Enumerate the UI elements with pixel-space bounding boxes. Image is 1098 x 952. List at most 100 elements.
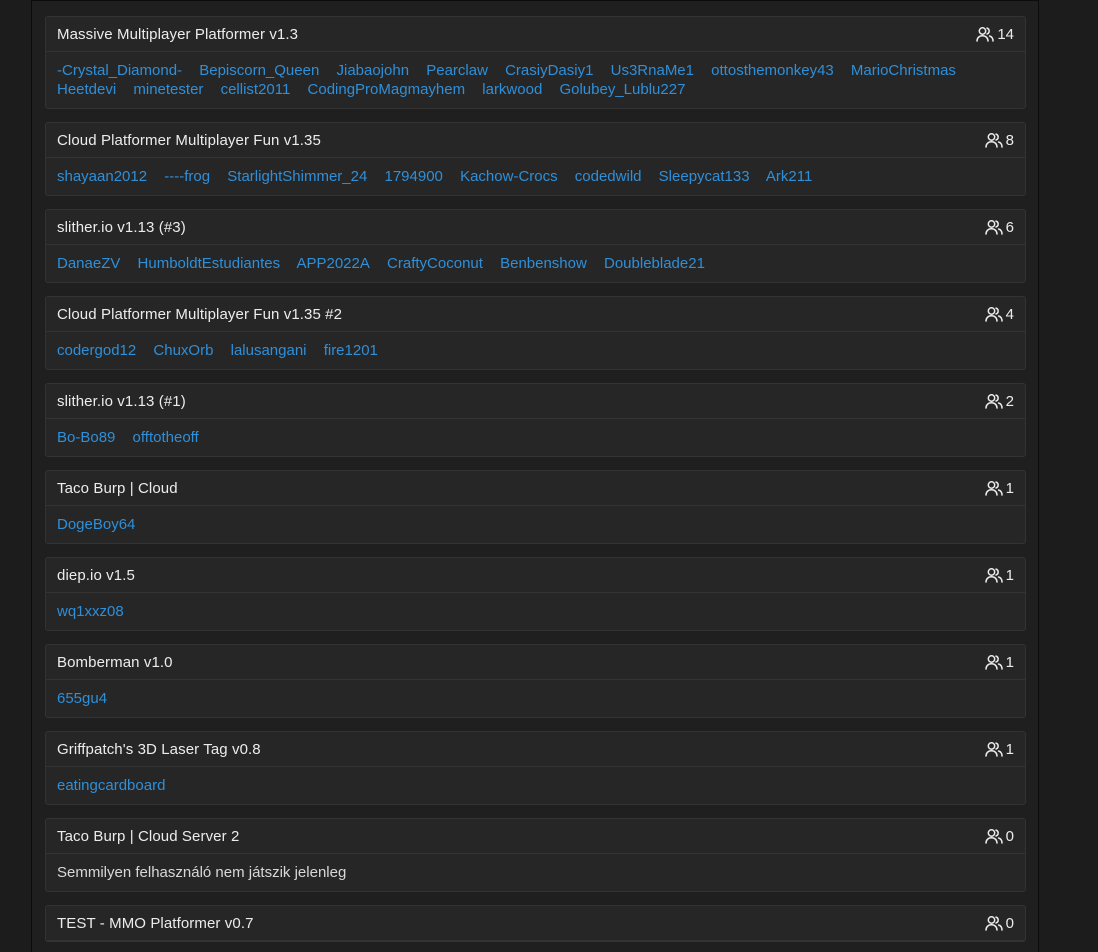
player-count: 8 — [984, 132, 1014, 149]
room-card-header: Taco Burp | Cloud Server 2 0 — [46, 819, 1025, 854]
users-icon — [984, 654, 1003, 670]
player-link[interactable]: MarioChristmas — [851, 62, 956, 79]
room-title: Taco Burp | Cloud Server 2 — [57, 827, 240, 845]
users-icon — [984, 915, 1003, 931]
room-card-header: Taco Burp | Cloud 1 — [46, 471, 1025, 506]
player-link[interactable]: DogeBoy64 — [57, 516, 135, 533]
player-link[interactable]: StarlightShimmer_24 — [227, 168, 367, 185]
room-card-header: Bomberman v1.0 1 — [46, 645, 1025, 680]
player-link[interactable]: Sleepycat133 — [659, 168, 750, 185]
room-player-list: DogeBoy64 — [46, 506, 1025, 543]
player-link[interactable]: APP2022A — [296, 255, 369, 272]
player-link[interactable]: shayaan2012 — [57, 168, 147, 185]
player-link[interactable]: DanaeZV — [57, 255, 120, 272]
room-title: diep.io v1.5 — [57, 566, 135, 584]
player-link[interactable]: ottosthemonkey43 — [711, 62, 834, 79]
room-player-list: codergod12 ChuxOrb lalusangani fire1201 — [46, 332, 1025, 369]
player-count: 14 — [976, 26, 1014, 43]
player-count-value: 6 — [1005, 218, 1014, 236]
room-card-header: Griffpatch's 3D Laser Tag v0.8 1 — [46, 732, 1025, 767]
room-card: Cloud Platformer Multiplayer Fun v1.35 #… — [45, 296, 1026, 370]
player-link[interactable]: fire1201 — [324, 342, 378, 359]
player-link[interactable]: CodingProMagmayhem — [308, 81, 466, 98]
room-player-list: 655gu4 — [46, 680, 1025, 717]
users-icon — [984, 480, 1003, 496]
room-card: slither.io v1.13 (#1) 2 Bo-Bo89 offtotheof… — [45, 383, 1026, 457]
users-icon — [984, 306, 1003, 322]
player-count: 1 — [984, 479, 1014, 497]
player-link[interactable]: Bepiscorn_Queen — [199, 62, 319, 79]
player-count: 2 — [984, 392, 1014, 410]
room-card: Taco Burp | Cloud Server 2 0 Semmilyen fel… — [45, 818, 1026, 892]
player-link[interactable]: CraftyCoconut — [387, 255, 483, 272]
room-title: slither.io v1.13 (#3) — [57, 218, 186, 236]
player-link[interactable]: Bo-Bo89 — [57, 429, 115, 446]
room-player-list: shayaan2012 ----frog StarlightShimmer_24… — [46, 158, 1025, 195]
player-link[interactable]: larkwood — [482, 81, 542, 98]
room-title: Griffpatch's 3D Laser Tag v0.8 — [57, 740, 261, 758]
users-icon — [984, 567, 1003, 583]
player-link[interactable]: Ark211 — [766, 168, 812, 185]
room-card: Taco Burp | Cloud 1 DogeBoy64 — [45, 470, 1026, 544]
room-player-list: -Crystal_Diamond- Bepiscorn_Queen Jiabao… — [46, 52, 1025, 108]
player-link[interactable]: Pearclaw — [426, 62, 488, 79]
player-count-value: 1 — [1005, 740, 1014, 758]
room-card: Bomberman v1.0 1 655gu4 — [45, 644, 1026, 718]
room-card-header: Cloud Platformer Multiplayer Fun v1.35 8 — [46, 123, 1025, 158]
player-link[interactable]: Golubey_Lublu227 — [559, 81, 685, 98]
room-title: slither.io v1.13 (#1) — [57, 392, 186, 410]
player-link[interactable]: HumboldtEstudiantes — [138, 255, 281, 272]
player-link[interactable]: Benbenshow — [500, 255, 587, 272]
player-link[interactable]: -Crystal_Diamond- — [57, 62, 182, 79]
player-link[interactable]: ----frog — [164, 168, 210, 185]
player-link[interactable]: cellist2011 — [221, 81, 291, 98]
player-link[interactable]: Jiabaojohn — [336, 62, 409, 79]
player-count: 0 — [984, 827, 1014, 845]
player-link[interactable]: codedwild — [575, 168, 642, 185]
room-card: slither.io v1.13 (#3) 6 DanaeZV HumboldtEs… — [45, 209, 1026, 283]
player-count-value: 0 — [1005, 914, 1014, 932]
player-count-value: 1 — [1005, 479, 1014, 497]
room-player-list: Semmilyen felhasználó nem játszik jelenl… — [46, 854, 1025, 891]
player-count-value: 0 — [1005, 827, 1014, 845]
room-card: Cloud Platformer Multiplayer Fun v1.35 8 s… — [45, 122, 1026, 196]
player-link[interactable]: codergod12 — [57, 342, 136, 359]
users-icon — [984, 741, 1003, 757]
room-card-header: diep.io v1.5 1 — [46, 558, 1025, 593]
room-title: Cloud Platformer Multiplayer Fun v1.35 — [57, 131, 321, 149]
player-link[interactable]: Us3RnaMe1 — [611, 62, 694, 79]
player-count-value: 14 — [997, 25, 1014, 43]
player-link[interactable]: ChuxOrb — [153, 342, 213, 359]
room-card: diep.io v1.5 1 wq1xxz08 — [45, 557, 1026, 631]
player-count-value: 1 — [1005, 566, 1014, 584]
player-count: 1 — [984, 566, 1014, 584]
room-card-header: slither.io v1.13 (#3) 6 — [46, 210, 1025, 245]
player-link[interactable]: offtotheoff — [133, 429, 199, 446]
player-link[interactable]: wq1xxz08 — [57, 603, 124, 620]
player-link[interactable]: CrasiyDasiy1 — [505, 62, 593, 79]
player-link[interactable]: Heetdevi — [57, 81, 116, 98]
room-card: Griffpatch's 3D Laser Tag v0.8 1 eatingcar… — [45, 731, 1026, 805]
player-link[interactable]: lalusangani — [231, 342, 307, 359]
page: Massive Multiplayer Platformer v1.3 14 -Cr… — [0, 0, 1098, 952]
player-link[interactable]: Kachow-Crocs — [460, 168, 558, 185]
room-card: Massive Multiplayer Platformer v1.3 14 -Cr… — [45, 16, 1026, 109]
room-card-header: TEST - MMO Platformer v0.7 0 — [46, 906, 1025, 941]
player-count: 6 — [984, 218, 1014, 236]
users-icon — [976, 26, 995, 42]
rooms-panel: Massive Multiplayer Platformer v1.3 14 -Cr… — [31, 0, 1039, 952]
room-player-list: Bo-Bo89 offtotheoff — [46, 419, 1025, 456]
users-icon — [984, 828, 1003, 844]
room-player-list: DanaeZV HumboldtEstudiantes APP2022A Cra… — [46, 245, 1025, 282]
player-link[interactable]: minetester — [133, 81, 203, 98]
player-link[interactable]: eatingcardboard — [57, 777, 165, 794]
player-link[interactable]: 1794900 — [385, 168, 443, 185]
player-count-value: 2 — [1005, 392, 1014, 410]
room-title: Bomberman v1.0 — [57, 653, 173, 671]
player-count: 1 — [984, 740, 1014, 758]
room-player-list: wq1xxz08 — [46, 593, 1025, 630]
player-link[interactable]: Doubleblade21 — [604, 255, 705, 272]
player-link[interactable]: 655gu4 — [57, 690, 107, 707]
users-icon — [984, 393, 1003, 409]
empty-room-message: Semmilyen felhasználó nem játszik jelenl… — [57, 864, 347, 881]
